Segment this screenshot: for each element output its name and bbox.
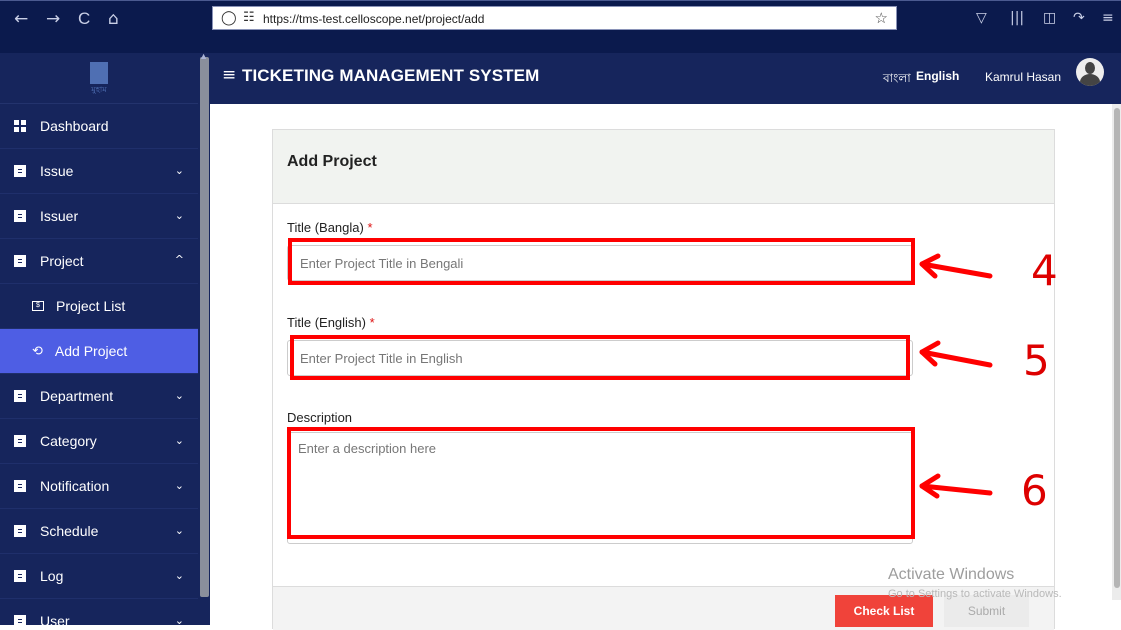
dashboard-icon: [14, 120, 26, 132]
shield-icon[interactable]: ◯: [221, 10, 237, 26]
app-title: TICKETING MANAGEMENT SYSTEM: [242, 66, 540, 85]
lock-icon: ☷: [243, 10, 255, 25]
list-icon: [14, 525, 26, 537]
hamburger-menu-icon[interactable]: ≡: [222, 65, 236, 85]
sidebar-scrollbar-thumb[interactable]: [200, 57, 209, 597]
list-icon: [14, 165, 26, 177]
activate-windows-watermark: Activate Windows: [888, 566, 1015, 583]
annotation-box-5: [290, 335, 910, 380]
sidebar: মুহাম ▲ Dashboard Issue ⌄ Issuer ⌄ Proje…: [0, 53, 210, 625]
chevron-down-icon: ⌄: [174, 569, 184, 582]
extensions-icon[interactable]: ↷: [1073, 10, 1085, 26]
back-icon[interactable]: ←: [14, 10, 28, 28]
sidebar-item-user[interactable]: User ⌄: [0, 599, 198, 625]
sidebar-item-schedule[interactable]: Schedule ⌄: [0, 509, 198, 554]
sidebar-item-department[interactable]: Department ⌄: [0, 374, 198, 419]
sidebar-item-notification[interactable]: Notification ⌄: [0, 464, 198, 509]
logo: মুহাম: [88, 62, 110, 94]
annotation-box-6: [287, 427, 915, 539]
sidebar-item-log[interactable]: Log ⌄: [0, 554, 198, 599]
chevron-down-icon: ⌄: [174, 614, 184, 625]
description-label: Description: [287, 410, 353, 425]
language-bangla-link[interactable]: বাংলা: [883, 70, 911, 90]
refresh-icon: ⟲: [32, 343, 43, 359]
url-text[interactable]: https://tms-test.celloscope.net/project/…: [263, 12, 484, 26]
activate-windows-subtext: Go to Settings to activate Windows.: [888, 588, 1062, 600]
sidebar-item-category[interactable]: Category ⌄: [0, 419, 198, 464]
chevron-down-icon: ⌄: [174, 209, 184, 222]
reload-icon[interactable]: C: [78, 10, 90, 28]
list-icon: [14, 210, 26, 222]
sidebar-item-project[interactable]: Project ^: [0, 239, 198, 284]
logo-area: মুহাম: [0, 53, 198, 104]
sidebar-item-issue[interactable]: Issue ⌄: [0, 149, 198, 194]
card-title: Add Project: [273, 130, 1054, 204]
scroll-up-icon[interactable]: ▲: [199, 53, 208, 61]
annotation-number-4: 4: [1031, 246, 1058, 295]
menu-icon[interactable]: ≡: [1102, 10, 1114, 26]
pocket-icon[interactable]: ▽: [976, 10, 987, 26]
sidebar-item-issuer[interactable]: Issuer ⌄: [0, 194, 198, 239]
user-name[interactable]: Kamrul Hasan: [985, 70, 1061, 84]
title-bangla-label: Title (Bangla) *: [287, 220, 373, 235]
project-list-icon: $: [32, 301, 44, 311]
sidebar-item-dashboard[interactable]: Dashboard: [0, 104, 198, 149]
list-icon: [14, 255, 26, 267]
avatar[interactable]: [1076, 58, 1104, 86]
chevron-up-icon: ^: [174, 253, 184, 266]
sidebar-item-project-list[interactable]: $ Project List: [0, 284, 198, 329]
chevron-down-icon: ⌄: [174, 524, 184, 537]
title-english-label: Title (English) *: [287, 315, 375, 330]
list-icon: [14, 390, 26, 402]
list-icon: [14, 570, 26, 582]
required-mark: *: [369, 315, 375, 330]
annotation-number-5: 5: [1023, 336, 1050, 385]
list-icon: [14, 480, 26, 492]
address-bar[interactable]: ◯ ☷ https://tms-test.celloscope.net/proj…: [212, 6, 897, 30]
app-header: ≡ TICKETING MANAGEMENT SYSTEM বাংলা Engl…: [210, 53, 1121, 104]
language-english-link[interactable]: English: [916, 69, 959, 83]
annotation-box-4: [288, 238, 915, 285]
chevron-down-icon: ⌄: [174, 389, 184, 402]
sidebar-item-add-project[interactable]: ⟲ Add Project: [0, 329, 198, 374]
forward-icon[interactable]: →: [46, 10, 60, 28]
annotation-number-6: 6: [1021, 466, 1048, 515]
list-icon: [14, 435, 26, 447]
library-icon[interactable]: |||: [1010, 10, 1024, 26]
list-icon: [14, 615, 26, 625]
chevron-down-icon: ⌄: [174, 479, 184, 492]
page-scrollbar-thumb[interactable]: [1114, 108, 1120, 588]
sidebar-toggle-icon[interactable]: ◫: [1043, 10, 1056, 26]
required-mark: *: [367, 220, 373, 235]
browser-toolbar: ← → C ⌂ ◯ ☷ https://tms-test.celloscope.…: [0, 0, 1121, 53]
bookmark-star-icon[interactable]: ☆: [875, 9, 888, 27]
home-icon[interactable]: ⌂: [108, 10, 119, 28]
chevron-down-icon: ⌄: [174, 434, 184, 447]
chevron-down-icon: ⌄: [174, 164, 184, 177]
